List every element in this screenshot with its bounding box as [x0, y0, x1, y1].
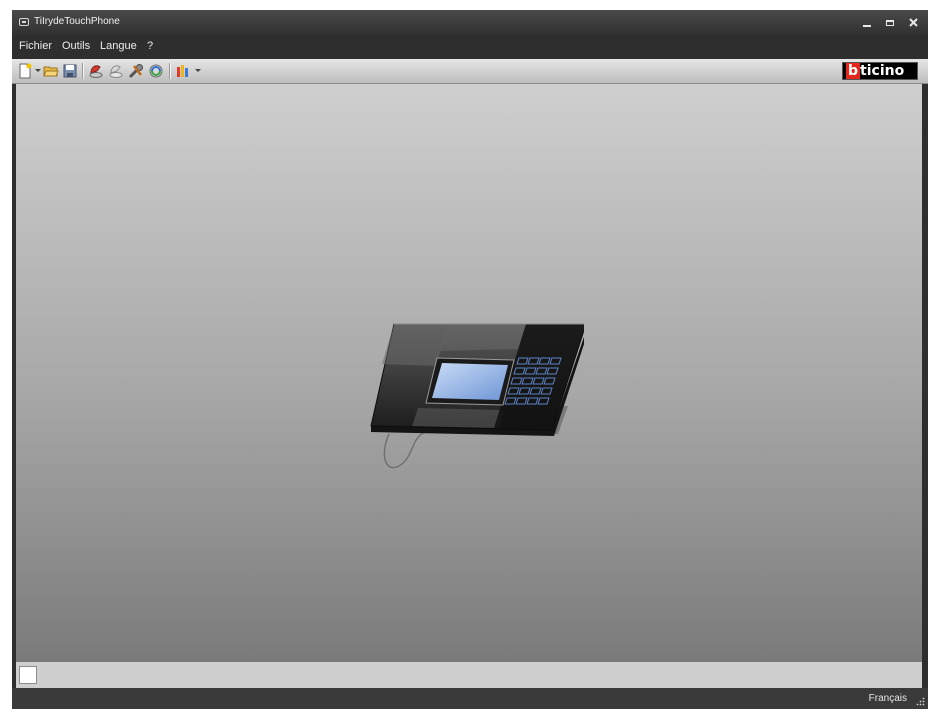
- maximize-button[interactable]: [882, 14, 900, 32]
- palette-icon[interactable]: [175, 63, 191, 79]
- menu-outils[interactable]: Outils: [62, 40, 90, 52]
- toolbar: b ticino: [12, 59, 928, 84]
- new-document-icon[interactable]: [17, 63, 33, 79]
- design-canvas[interactable]: [16, 84, 922, 662]
- tools-icon[interactable]: [128, 63, 144, 79]
- minimize-button[interactable]: [859, 14, 877, 32]
- touch-phone-device[interactable]: [354, 306, 584, 471]
- open-folder-icon[interactable]: [43, 63, 59, 79]
- brand-logo-text: ticino: [860, 63, 905, 79]
- toolbar-separator: [82, 63, 83, 79]
- close-icon: [909, 18, 918, 27]
- brand-logo-prefix: b: [846, 63, 861, 79]
- menu-fichier[interactable]: Fichier: [19, 40, 52, 52]
- maximize-icon: [886, 20, 894, 26]
- device-gray-icon[interactable]: [108, 63, 124, 79]
- device-red-icon[interactable]: [88, 63, 104, 79]
- sync-icon[interactable]: [148, 63, 164, 79]
- menu-bar: Fichier Outils Langue ?: [12, 36, 928, 58]
- language-status[interactable]: Français: [869, 693, 907, 704]
- app-window: TiIrydeTouchPhone Fichier Outils Langue …: [12, 10, 928, 709]
- resize-grip-icon[interactable]: [915, 696, 925, 706]
- save-icon[interactable]: [62, 63, 78, 79]
- minimize-icon: [863, 25, 871, 27]
- brand-logo: b ticino: [842, 62, 918, 80]
- toolbar-separator: [169, 63, 170, 79]
- color-swatch[interactable]: [19, 666, 37, 684]
- menu-langue[interactable]: Langue: [100, 40, 137, 52]
- window-title: TiIrydeTouchPhone: [34, 16, 120, 27]
- app-icon[interactable]: [19, 18, 29, 26]
- title-bar[interactable]: TiIrydeTouchPhone: [12, 10, 928, 36]
- bottom-strip: [16, 662, 922, 688]
- menu-help[interactable]: ?: [147, 40, 153, 52]
- new-dropdown-arrow-icon[interactable]: [35, 69, 41, 72]
- palette-dropdown-arrow-icon[interactable]: [195, 69, 201, 72]
- close-button[interactable]: [905, 14, 923, 32]
- status-bar: Français: [12, 688, 928, 709]
